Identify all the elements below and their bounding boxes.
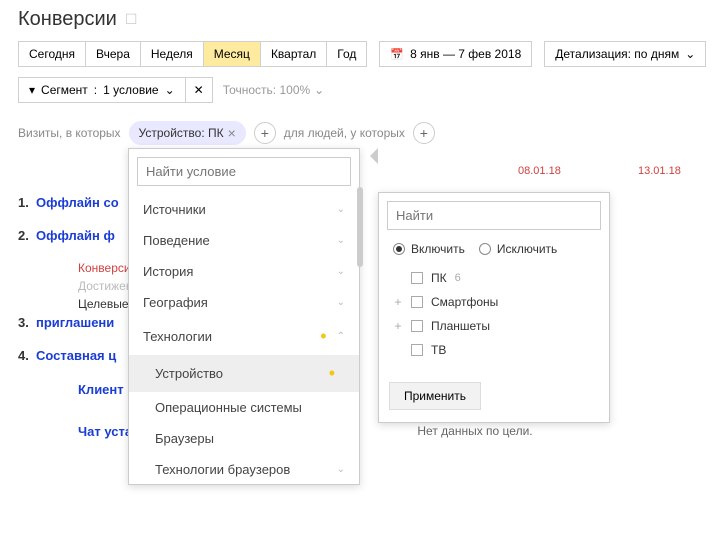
goal-link[interactable]: приглашени <box>36 315 114 330</box>
filter-chip-device[interactable]: Устройство: ПК × <box>129 121 246 145</box>
condition-item[interactable]: География⌄ <box>129 287 359 318</box>
chevron-down-icon: ⌄ <box>165 83 175 97</box>
device-filter-panel: Включить Исключить ПК 6+Смартфоны+Планше… <box>378 192 610 423</box>
chevron-down-icon: ⌄ <box>314 83 324 97</box>
segment-clear[interactable]: ✕ <box>186 77 213 103</box>
period-group: СегодняВчераНеделяМесяцКварталГод <box>18 41 367 67</box>
dropdown-pointer <box>370 148 378 164</box>
condition-item[interactable]: Браузеры <box>129 423 359 454</box>
condition-item[interactable]: Операционные системы <box>129 392 359 423</box>
device-option[interactable]: +Планшеты <box>383 314 605 338</box>
radio-include[interactable]: Включить <box>393 242 465 256</box>
device-option[interactable]: +Смартфоны <box>383 290 605 314</box>
condition-item[interactable]: Технологии•⌃ <box>129 318 359 355</box>
checkbox[interactable] <box>411 272 423 284</box>
visits-label: Визиты, в которых <box>18 126 121 140</box>
checkbox[interactable] <box>411 296 423 308</box>
condition-dropdown: Источники⌄Поведение⌄История⌄География⌄Те… <box>128 148 360 485</box>
goal-link[interactable]: Оффлайн ф <box>36 228 115 243</box>
device-option[interactable]: ТВ <box>383 338 605 362</box>
page-title: Конверсии <box>18 8 117 31</box>
condition-item[interactable]: Поведение⌄ <box>129 225 359 256</box>
add-visit-condition[interactable]: + <box>254 122 276 144</box>
calendar-icon: 📅 <box>390 48 404 61</box>
chevron-down-icon: ⌄ <box>685 47 695 61</box>
radio-exclude[interactable]: Исключить <box>479 242 557 256</box>
device-search-input[interactable] <box>387 201 601 230</box>
segment-button[interactable]: ▾ Сегмент: 1 условие ⌄ <box>18 77 186 103</box>
detail-button[interactable]: Детализация: по дням ⌄ <box>544 41 706 67</box>
period-button-Месяц[interactable]: Месяц <box>203 41 261 67</box>
filter-icon: ▾ <box>29 83 35 97</box>
chip-remove-icon[interactable]: × <box>228 125 236 141</box>
segment-label: Сегмент <box>41 83 88 97</box>
condition-item[interactable]: Устройство• <box>129 355 359 392</box>
period-button-Неделя[interactable]: Неделя <box>140 41 204 67</box>
segment-count: 1 условие <box>103 83 158 97</box>
device-option[interactable]: ПК 6 <box>383 266 605 290</box>
bookmark-icon[interactable]: ☐ <box>125 11 138 28</box>
period-button-Квартал[interactable]: Квартал <box>260 41 327 67</box>
condition-item[interactable]: Источники⌄ <box>129 194 359 225</box>
period-button-Год[interactable]: Год <box>326 41 367 67</box>
condition-search-input[interactable] <box>137 157 351 186</box>
add-people-condition[interactable]: + <box>413 122 435 144</box>
apply-button[interactable]: Применить <box>389 382 481 410</box>
condition-item[interactable]: Технологии браузеров⌄ <box>129 454 359 484</box>
condition-item[interactable]: История⌄ <box>129 256 359 287</box>
period-button-Сегодня[interactable]: Сегодня <box>18 41 86 67</box>
people-label: для людей, у которых <box>284 126 405 140</box>
nodata-text: Нет данных по цели. <box>417 424 532 438</box>
detail-text: Детализация: по дням <box>555 47 679 61</box>
accuracy-text[interactable]: Точность: 100% ⌄ <box>223 83 325 97</box>
chip-label: Устройство: ПК <box>139 126 224 140</box>
goal-link[interactable]: Составная ц <box>36 348 116 363</box>
goal-link[interactable]: Оффлайн со <box>36 195 119 210</box>
scrollbar[interactable] <box>357 187 363 267</box>
date-range-text: 8 янв — 7 фев 2018 <box>410 47 521 61</box>
checkbox[interactable] <box>411 344 423 356</box>
period-button-Вчера[interactable]: Вчера <box>85 41 141 67</box>
checkbox[interactable] <box>411 320 423 332</box>
date-range-button[interactable]: 📅 8 янв — 7 фев 2018 <box>379 41 532 67</box>
